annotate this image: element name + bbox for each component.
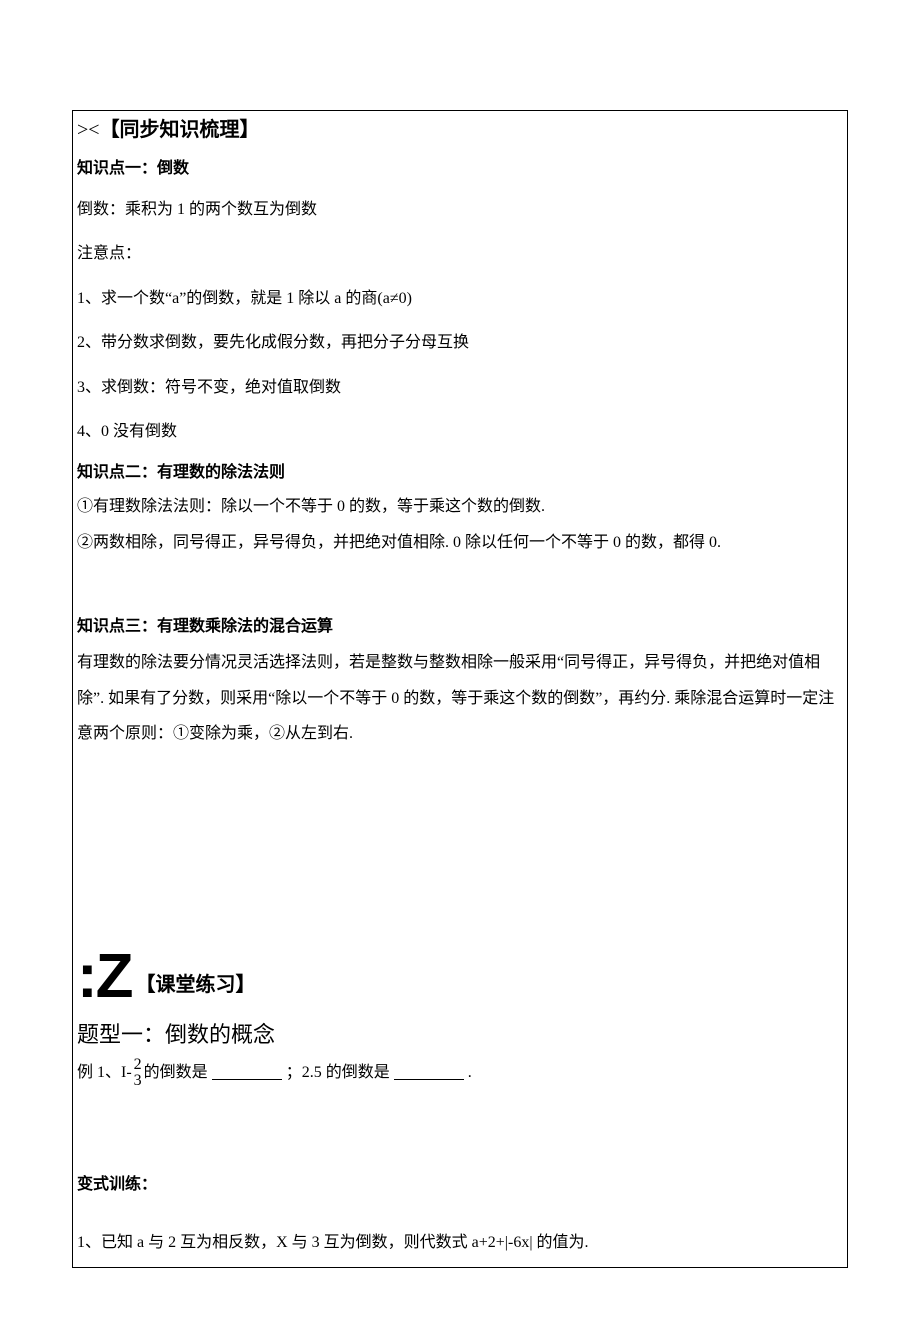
section-header-知识梳理: ><【同步知识梳理】: [73, 115, 847, 145]
fraction-denominator: 3: [134, 1072, 142, 1089]
fraction-2-3: 2 3: [134, 1057, 142, 1089]
kp2-rule1: ①有理数除法法则：除以一个不等于 0 的数，等于乘这个数的倒数.: [73, 491, 847, 523]
ex1-mid2: ；2.5 的倒数是: [286, 1063, 390, 1082]
ex1-mid: 的倒数是: [144, 1063, 208, 1082]
kp3-body: 有理数的除法要分情况灵活选择法则，若是整数与整数相除一般采用“同号得正，异号得负…: [73, 645, 847, 751]
variation-title: 变式训练：: [73, 1173, 847, 1197]
blank-1: [212, 1065, 282, 1079]
variation-q1: 1、已知 a 与 2 互为相反数，X 与 3 互为倒数，则代数式 a+2+|-6…: [73, 1227, 847, 1259]
kp1-title: 知识点一：倒数: [73, 157, 847, 181]
section2-title: 【课堂练习】: [136, 970, 256, 1004]
topic1-title: 题型一：倒数的概念: [73, 1018, 847, 1051]
section-header-课堂练习: :Z 【课堂练习】: [73, 951, 847, 1004]
kp1-item2: 2、带分数求倒数，要先化成假分数，再把分子分母互换: [73, 328, 847, 358]
example-1: 例 1、I- 2 3 的倒数是 ；2.5 的倒数是 .: [73, 1057, 847, 1089]
fraction-numerator: 2: [134, 1056, 142, 1073]
ex1-end: .: [468, 1063, 472, 1082]
ex1-prefix: 例 1、I-: [77, 1063, 132, 1082]
page-container: ><【同步知识梳理】 知识点一：倒数 倒数：乘积为 1 的两个数互为倒数 注意点…: [72, 110, 848, 1268]
kp1-note-label: 注意点：: [73, 239, 847, 269]
z-icon: :Z: [77, 951, 132, 1004]
kp1-def: 倒数：乘积为 1 的两个数互为倒数: [73, 195, 847, 225]
kp1-item3: 3、求倒数：符号不变，绝对值取倒数: [73, 373, 847, 403]
blank-2: [394, 1065, 464, 1079]
section-title: 【同步知识梳理】: [100, 119, 260, 141]
kp1-item1: 1、求一个数“a”的倒数，就是 1 除以 a 的商(a≠0): [73, 284, 847, 314]
kp2-rule2: ②两数相除，同号得正，异号得负，并把绝对值相除. 0 除以任何一个不等于 0 的…: [73, 527, 847, 559]
section-icon: ><: [77, 119, 100, 141]
kp2-title: 知识点二：有理数的除法法则: [73, 461, 847, 485]
kp3-title: 知识点三：有理数乘除法的混合运算: [73, 615, 847, 639]
kp1-item4: 4、0 没有倒数: [73, 417, 847, 447]
